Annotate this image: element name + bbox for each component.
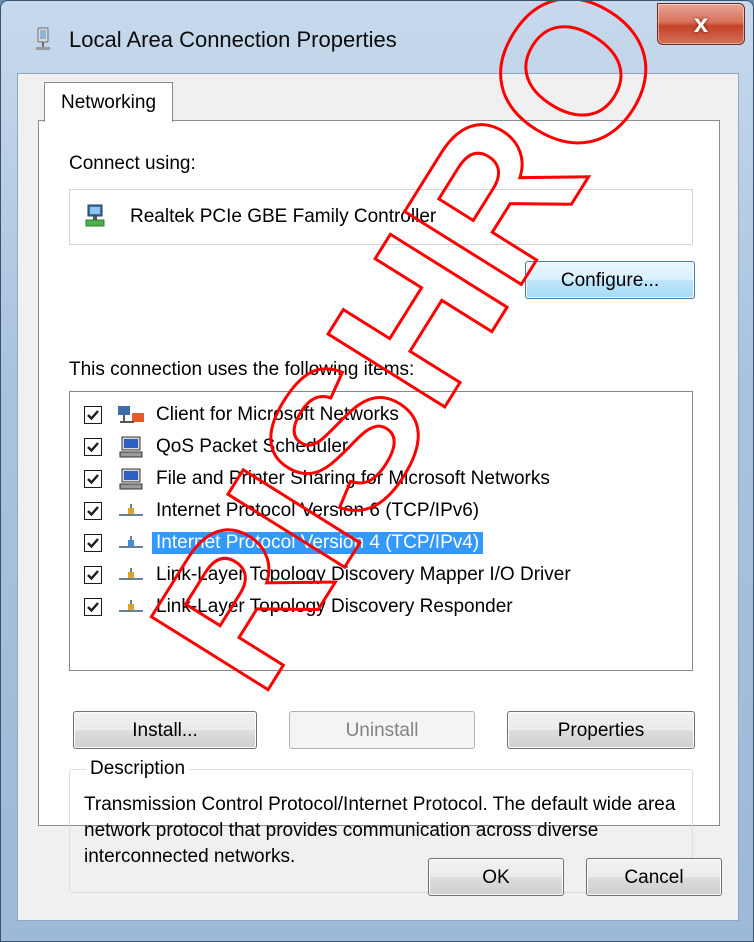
close-icon: x [693, 8, 709, 38]
item-checkbox[interactable] [84, 566, 102, 584]
network-connection-icon [36, 27, 50, 50]
uninstall-button: Uninstall [289, 711, 475, 749]
client-network-icon [118, 406, 144, 423]
item-checkbox[interactable] [84, 598, 102, 616]
item-checkbox[interactable] [84, 406, 102, 424]
item-checkbox[interactable] [84, 470, 102, 488]
item-label: Client for Microsoft Networks [156, 404, 399, 425]
close-button[interactable]: x [657, 3, 745, 45]
item-label: Internet Protocol Version 4 (TCP/IPv4) [152, 532, 484, 554]
properties-window: Local Area Connection Properties x Netwo… [0, 0, 754, 942]
service-monitor-icon [119, 436, 143, 458]
dialog-client-area: Networking Connect using: Realtek PCIe G… [17, 73, 739, 921]
item-label: QoS Packet Scheduler [156, 436, 349, 457]
service-monitor-icon [119, 468, 143, 490]
window-title: Local Area Connection Properties [69, 27, 397, 52]
item-label: Internet Protocol Version 6 (TCP/IPv6) [156, 500, 480, 521]
item-label: Link-Layer Topology Discovery Responder [156, 596, 513, 617]
list-item-ipv4[interactable]: Internet Protocol Version 4 (TCP/IPv4) [70, 528, 690, 558]
protocol-icon [119, 600, 143, 612]
item-label: Link-Layer Topology Discovery Mapper I/O… [156, 564, 571, 585]
adapter-field: Realtek PCIe GBE Family Controller [69, 189, 693, 245]
configure-button[interactable]: Configure... [525, 261, 695, 299]
item-checkbox[interactable] [84, 438, 102, 456]
list-item-file-and-printer-sharing[interactable]: File and Printer Sharing for Microsoft N… [70, 464, 690, 494]
items-list[interactable]: Client for Microsoft Networks QoS Packet… [69, 391, 693, 671]
description-legend: Description [86, 758, 190, 780]
items-label: This connection uses the following items… [69, 359, 415, 380]
list-item-client-for-microsoft-networks[interactable]: Client for Microsoft Networks [70, 400, 690, 430]
list-item-lltd-responder[interactable]: Link-Layer Topology Discovery Responder [70, 592, 690, 622]
networking-tab-panel: Connect using: Realtek PCIe GBE Family C… [38, 120, 720, 893]
item-label: File and Printer Sharing for Microsoft N… [156, 468, 550, 489]
item-checkbox[interactable] [84, 502, 102, 520]
adapter-name: Realtek PCIe GBE Family Controller [130, 206, 437, 227]
install-button[interactable]: Install... [73, 711, 257, 749]
protocol-icon [119, 536, 143, 548]
list-item-lltd-mapper[interactable]: Link-Layer Topology Discovery Mapper I/O… [70, 560, 690, 590]
list-item-ipv6[interactable]: Internet Protocol Version 6 (TCP/IPv6) [70, 496, 690, 526]
network-adapter-icon [85, 204, 105, 227]
tab-networking[interactable]: Networking [44, 82, 174, 122]
item-checkbox[interactable] [84, 534, 102, 552]
title-bar[interactable]: Local Area Connection Properties x [1, 1, 753, 73]
connect-using-label: Connect using: [69, 153, 196, 174]
ok-button[interactable]: OK [428, 858, 564, 896]
protocol-icon [119, 504, 143, 516]
properties-button[interactable]: Properties [507, 711, 695, 749]
protocol-icon [119, 568, 143, 580]
cancel-button[interactable]: Cancel [586, 858, 722, 896]
list-item-qos-packet-scheduler[interactable]: QoS Packet Scheduler [70, 432, 690, 462]
